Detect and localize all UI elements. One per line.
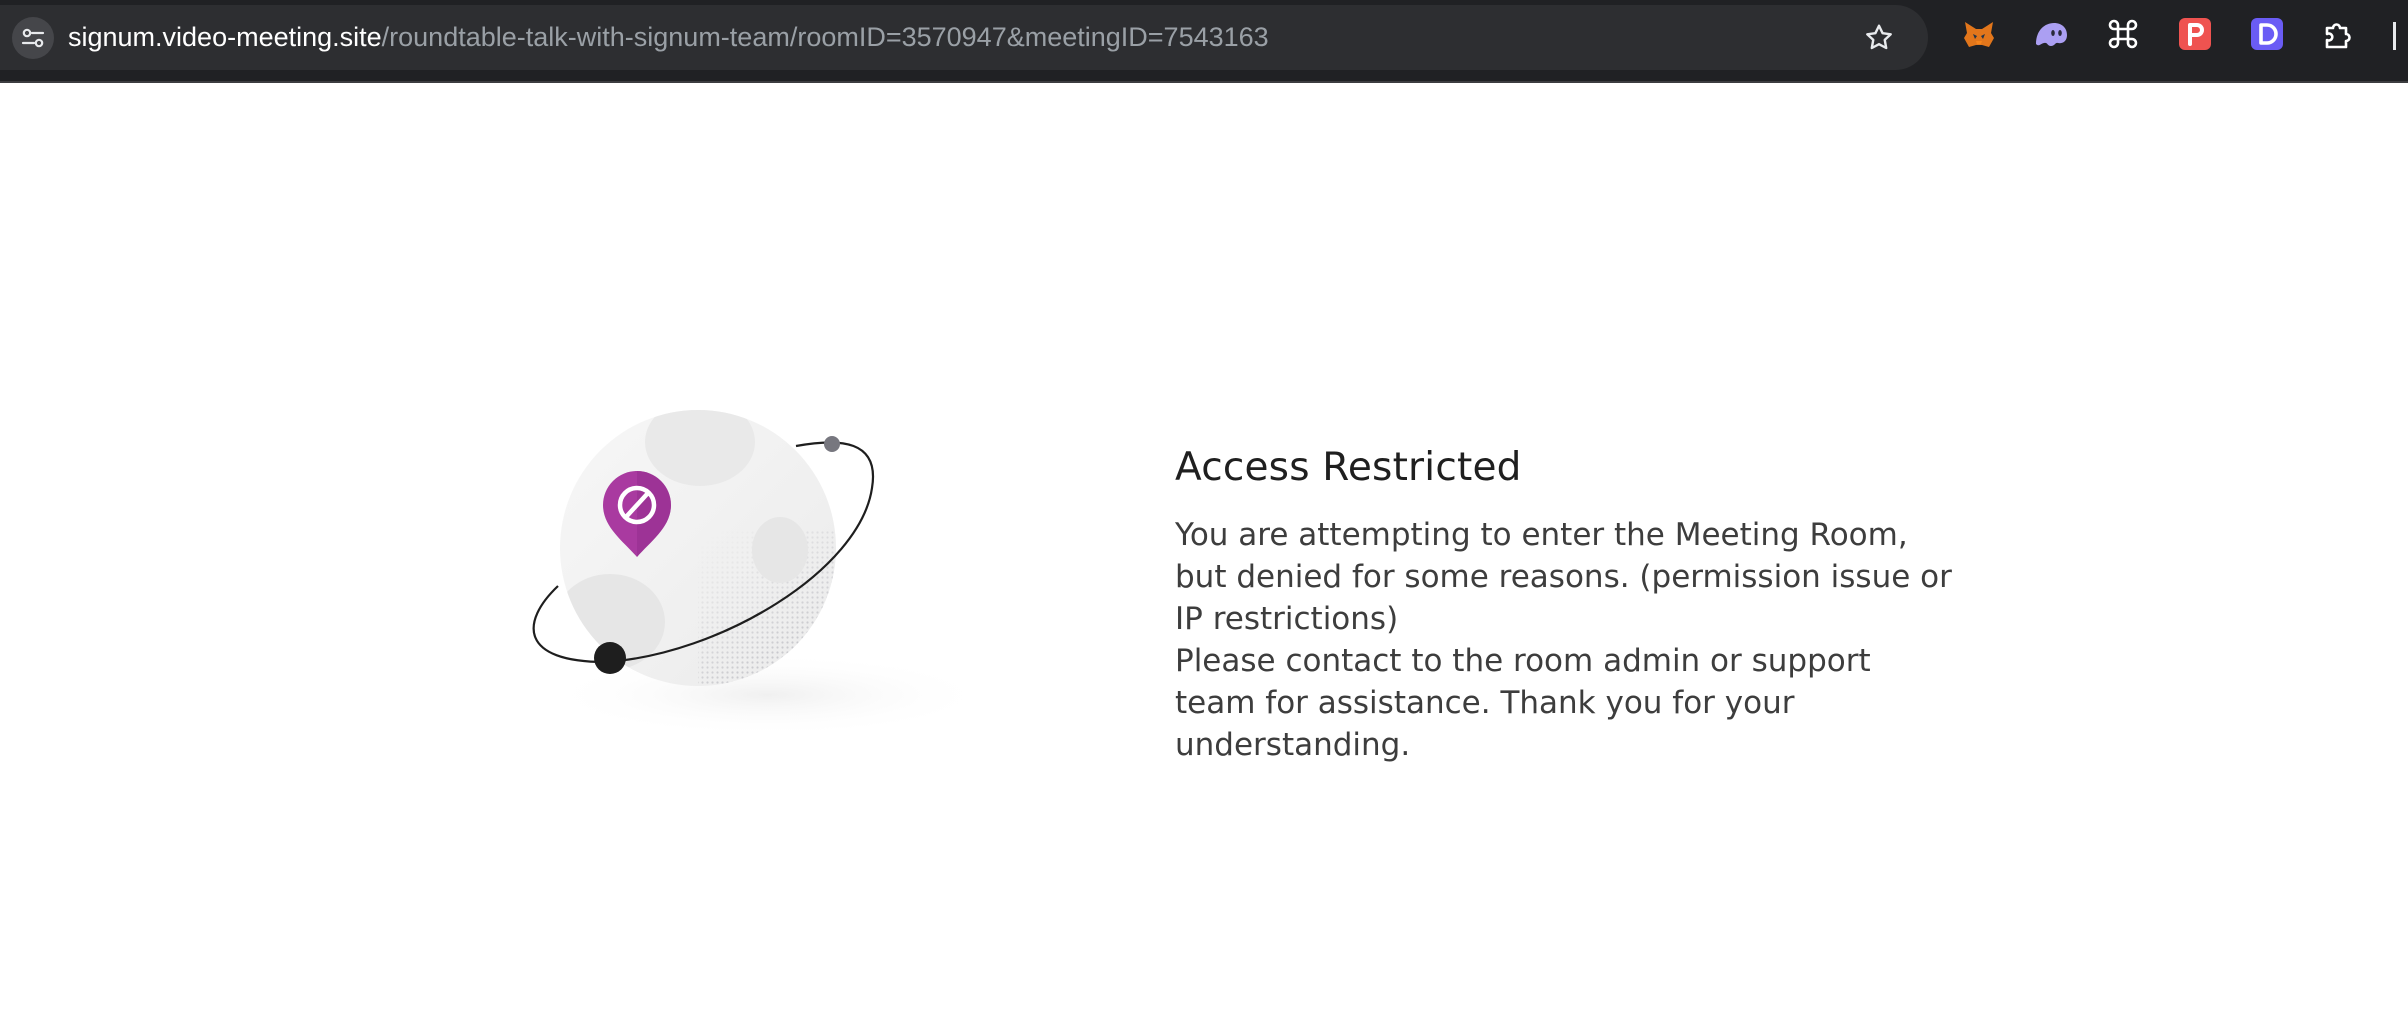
metamask-extension[interactable] bbox=[1961, 16, 1997, 52]
site-info-button[interactable] bbox=[12, 17, 54, 59]
crater bbox=[645, 410, 755, 486]
puzzle-extensions-icon bbox=[2325, 23, 2351, 49]
tune-icon bbox=[21, 28, 45, 48]
url-path: /roundtable-talk-with-signum-team/roomID… bbox=[381, 22, 1269, 52]
metamask-fox-icon bbox=[1964, 22, 1994, 47]
moon-large bbox=[594, 642, 626, 674]
browser-toolbar: signum.video-meeting.site/roundtable-tal… bbox=[0, 0, 2408, 83]
d-badge-icon bbox=[2251, 18, 2283, 50]
phantom-ghost-icon bbox=[2036, 23, 2067, 46]
message-contact: Please contact to the room admin or supp… bbox=[1175, 643, 1871, 763]
message-body: You are attempting to enter the Meeting … bbox=[1175, 514, 1955, 766]
phantom-extension[interactable] bbox=[2033, 16, 2069, 52]
access-restricted-message: Access Restricted You are attempting to … bbox=[1175, 445, 1975, 766]
star-outline-icon bbox=[1866, 24, 1892, 50]
p-badge-icon bbox=[2179, 18, 2211, 50]
crater bbox=[752, 517, 808, 583]
command-extension[interactable] bbox=[2105, 16, 2141, 52]
url-host: signum.video-meeting.site bbox=[68, 22, 382, 52]
address-bar[interactable]: signum.video-meeting.site/roundtable-tal… bbox=[0, 5, 1928, 70]
moon-small bbox=[824, 436, 840, 452]
command-key-icon bbox=[2108, 19, 2138, 49]
url-text[interactable]: signum.video-meeting.site/roundtable-tal… bbox=[68, 5, 1269, 70]
page-title: Access Restricted bbox=[1175, 445, 1522, 490]
planet-with-blocked-pin-illustration bbox=[510, 400, 1010, 740]
toolbar-divider bbox=[2393, 22, 2396, 50]
extensions-menu-button[interactable] bbox=[2321, 16, 2357, 52]
message-reason: You are attempting to enter the Meeting … bbox=[1175, 517, 1952, 637]
p-extension[interactable] bbox=[2177, 16, 2213, 52]
d-extension[interactable] bbox=[2249, 16, 2285, 52]
bookmark-button[interactable] bbox=[1860, 19, 1898, 57]
